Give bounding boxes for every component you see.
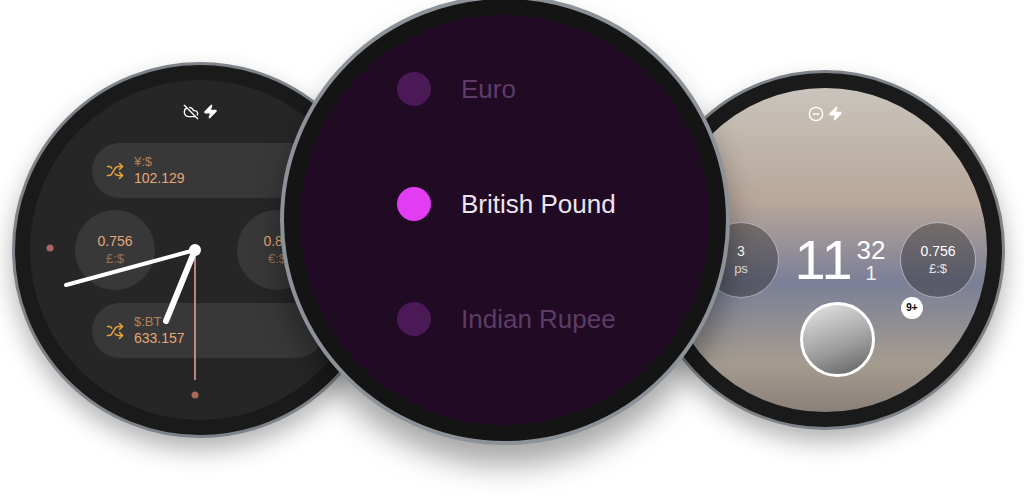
shuffle-icon xyxy=(106,162,124,180)
currency-option[interactable]: British Pound xyxy=(397,184,710,224)
shuffle-icon xyxy=(106,322,124,340)
currency-name: Euro xyxy=(461,70,516,109)
contact-avatar[interactable]: 9+ xyxy=(800,302,875,377)
currency-pair: £:$ xyxy=(106,251,124,268)
currency-option[interactable]: Indian Rupee xyxy=(397,299,710,339)
seconds: 1 xyxy=(866,263,877,283)
middle-watch: Euro British Pound Indian Rupee xyxy=(280,0,730,445)
radio-dot xyxy=(397,72,431,106)
cloud-off-icon xyxy=(183,104,199,120)
bolt-icon xyxy=(828,106,843,121)
exchange-rate: 633.157 xyxy=(134,330,185,347)
currency-option[interactable]: Euro xyxy=(397,69,710,109)
status-icons xyxy=(663,106,987,122)
hours: 11 xyxy=(794,232,852,288)
currency-picker: Euro British Pound Indian Rupee xyxy=(300,15,710,425)
currency-pair: $:BT xyxy=(134,314,185,330)
radio-dot xyxy=(397,187,431,221)
watch-showcase: ¥:$102.1290.756£:$0.89€:$$:BT633.1573ps1… xyxy=(0,0,1024,500)
currency-name: Indian Rupee xyxy=(461,300,616,339)
exchange-rate: 102.129 xyxy=(134,170,185,187)
bolt-icon xyxy=(203,104,218,119)
right-complication[interactable]: 0.756£:$ xyxy=(900,222,976,298)
currency-name: British Pound xyxy=(461,185,616,224)
complication-label: ps xyxy=(734,261,748,278)
complication-label: £:$ xyxy=(929,261,947,278)
minutes: 32 xyxy=(857,237,886,263)
digital-time: 11321 xyxy=(790,232,890,288)
bottom-complication[interactable]: $:BT633.157 xyxy=(92,303,324,358)
exchange-rate: 0.756 xyxy=(97,232,132,250)
notification-badge: 9+ xyxy=(901,297,923,319)
currency-pair: ¥:$ xyxy=(134,154,185,170)
radio-dot xyxy=(397,302,431,336)
complication-value: 0.756 xyxy=(920,242,955,260)
do-not-disturb-icon xyxy=(808,106,824,122)
complication-value: 3 xyxy=(737,242,745,260)
